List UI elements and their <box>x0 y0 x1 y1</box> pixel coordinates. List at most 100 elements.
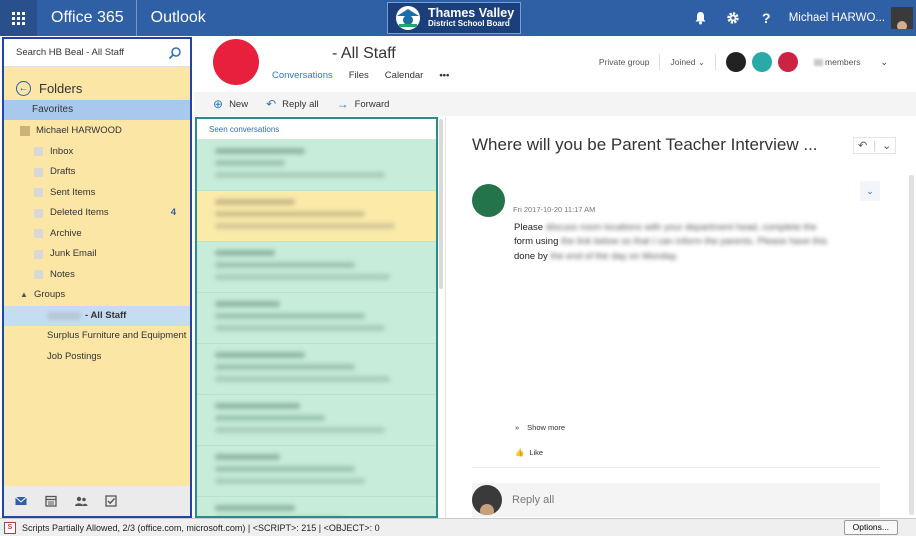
search-icon[interactable] <box>168 46 182 60</box>
folder-icon <box>34 147 43 157</box>
member-avatar[interactable] <box>752 52 773 72</box>
list-item[interactable] <box>197 140 436 191</box>
top-bar: Office 365 Outlook Thames Valley Distric… <box>0 0 916 36</box>
joined-button[interactable]: Joined ⌄ <box>670 57 705 68</box>
group-tabs: Conversations Files Calendar ••• <box>272 70 449 81</box>
list-item[interactable] <box>197 344 436 395</box>
folder-icon <box>34 208 43 218</box>
mail-icon[interactable] <box>14 494 28 508</box>
people-icon[interactable] <box>74 494 88 508</box>
user-avatar[interactable] <box>891 7 913 29</box>
folder-icon <box>34 188 43 198</box>
folder-item-archive[interactable]: Archive <box>4 224 190 245</box>
chevron-down-icon[interactable]: ⌄ <box>860 181 880 201</box>
user-name[interactable]: Michael HARWO... <box>783 12 891 24</box>
search-input[interactable] <box>16 47 168 58</box>
thumbs-up-icon: 👍 <box>515 448 525 457</box>
groups-label: Groups <box>34 289 66 300</box>
folder-icon <box>34 229 43 239</box>
chevron-down-icon[interactable]: ⌄ <box>880 57 888 68</box>
tab-conversations[interactable]: Conversations <box>272 70 333 81</box>
status-text: Scripts Partially Allowed, 2/3 (office.c… <box>22 522 380 533</box>
list-item[interactable] <box>197 242 436 293</box>
folder-item-notes[interactable]: Notes <box>4 265 190 286</box>
sender-avatar[interactable] <box>472 184 505 217</box>
reply-all-box[interactable]: Reply all <box>472 483 880 517</box>
list-item[interactable] <box>197 446 436 497</box>
conversation-list: Seen conversations <box>195 117 438 518</box>
more-actions-icon[interactable]: ••• <box>439 70 449 81</box>
forward-button[interactable]: → Forward <box>337 97 390 111</box>
group-item-job-postings[interactable]: Job Postings <box>4 347 190 368</box>
app-name[interactable]: Outlook <box>137 0 206 36</box>
folder-label: Deleted Items <box>50 207 109 218</box>
show-more-button[interactable]: » Show more <box>515 423 565 432</box>
folder-icon <box>34 270 43 280</box>
chevron-down-icon: ⌄ <box>882 140 892 152</box>
reply-all-placeholder: Reply all <box>512 494 555 506</box>
group-item-surplus[interactable]: Surplus Furniture and Equipment <box>4 326 190 347</box>
group-item-all-staff[interactable]: - All Staff <box>4 305 190 326</box>
module-switcher <box>4 486 190 516</box>
noscript-icon[interactable]: S <box>4 521 16 534</box>
list-scrollbar[interactable] <box>438 117 446 518</box>
collapse-icon[interactable] <box>20 126 30 137</box>
tasks-icon[interactable] <box>104 494 118 508</box>
like-button[interactable]: 👍 Like <box>515 448 543 457</box>
group-avatar[interactable] <box>213 39 259 85</box>
plus-icon: ⊕ <box>213 97 224 111</box>
new-label: New <box>229 98 249 110</box>
folder-icon <box>34 249 43 259</box>
redacted-text <box>47 311 81 320</box>
reply-all-icon: ↶ <box>266 97 277 111</box>
gear-icon[interactable] <box>717 0 750 36</box>
forward-label: Forward <box>354 98 390 110</box>
list-item[interactable] <box>197 497 436 516</box>
favorites-item[interactable]: Favorites <box>4 100 190 120</box>
new-button[interactable]: ⊕ New <box>213 97 248 111</box>
org-logo: Thames Valley District School Board <box>387 2 521 34</box>
group-label: - All Staff <box>85 309 127 321</box>
list-item[interactable] <box>197 191 436 242</box>
group-title: - All Staff <box>332 45 396 62</box>
folder-label: Archive <box>50 227 82 239</box>
back-arrow-icon[interactable]: ← <box>16 80 31 96</box>
folder-item-inbox[interactable]: Inbox <box>4 142 190 163</box>
bell-icon[interactable] <box>684 0 717 36</box>
folder-label: Sent Items <box>50 186 96 198</box>
folder-icon <box>34 167 43 177</box>
member-avatar[interactable] <box>726 52 747 72</box>
chevron-up-icon[interactable]: ▲ <box>20 285 30 306</box>
list-item[interactable] <box>197 395 436 446</box>
calendar-icon[interactable] <box>44 494 58 508</box>
group-label: Surplus Furniture and Equipment <box>47 330 187 341</box>
brand-link[interactable]: Office 365 <box>37 0 137 36</box>
reply-options-button[interactable]: ↶ | ⌄ <box>853 137 897 154</box>
folder-item-deleted[interactable]: Deleted Items 4 <box>4 203 190 224</box>
message-date: Fri 2017-10-20 11:17 AM <box>513 205 596 214</box>
folder-label: Junk Email <box>50 248 97 259</box>
forward-icon: → <box>336 97 349 111</box>
options-button[interactable]: Options... <box>843 520 898 535</box>
app-launcher-button[interactable] <box>0 0 37 36</box>
account-item[interactable]: Michael HARWOOD <box>4 121 190 142</box>
groups-header[interactable]: ▲ Groups <box>4 285 190 306</box>
reply-all-button[interactable]: ↶ Reply all <box>266 97 319 111</box>
org-name-line2: District School Board <box>428 19 510 29</box>
member-avatar[interactable] <box>778 52 799 72</box>
list-item[interactable] <box>197 293 436 344</box>
folder-pane: ← Folders Favorites Michael HARWOOD Inbo… <box>2 37 192 518</box>
folder-item-sent[interactable]: Sent Items <box>4 183 190 204</box>
folder-label: Drafts <box>50 166 76 177</box>
reply-icon: ↶ <box>858 140 868 152</box>
folder-item-drafts[interactable]: Drafts <box>4 162 190 183</box>
members-link[interactable]: members <box>814 57 860 67</box>
tab-calendar[interactable]: Calendar <box>385 70 424 81</box>
folders-header[interactable]: ← Folders <box>4 76 190 100</box>
privacy-label: Private group <box>598 57 650 67</box>
tab-files[interactable]: Files <box>349 70 369 81</box>
folder-item-junk[interactable]: Junk Email <box>4 244 190 265</box>
help-icon[interactable]: ? <box>750 0 783 36</box>
waffle-icon <box>12 11 25 25</box>
reading-scrollbar[interactable] <box>909 175 914 515</box>
